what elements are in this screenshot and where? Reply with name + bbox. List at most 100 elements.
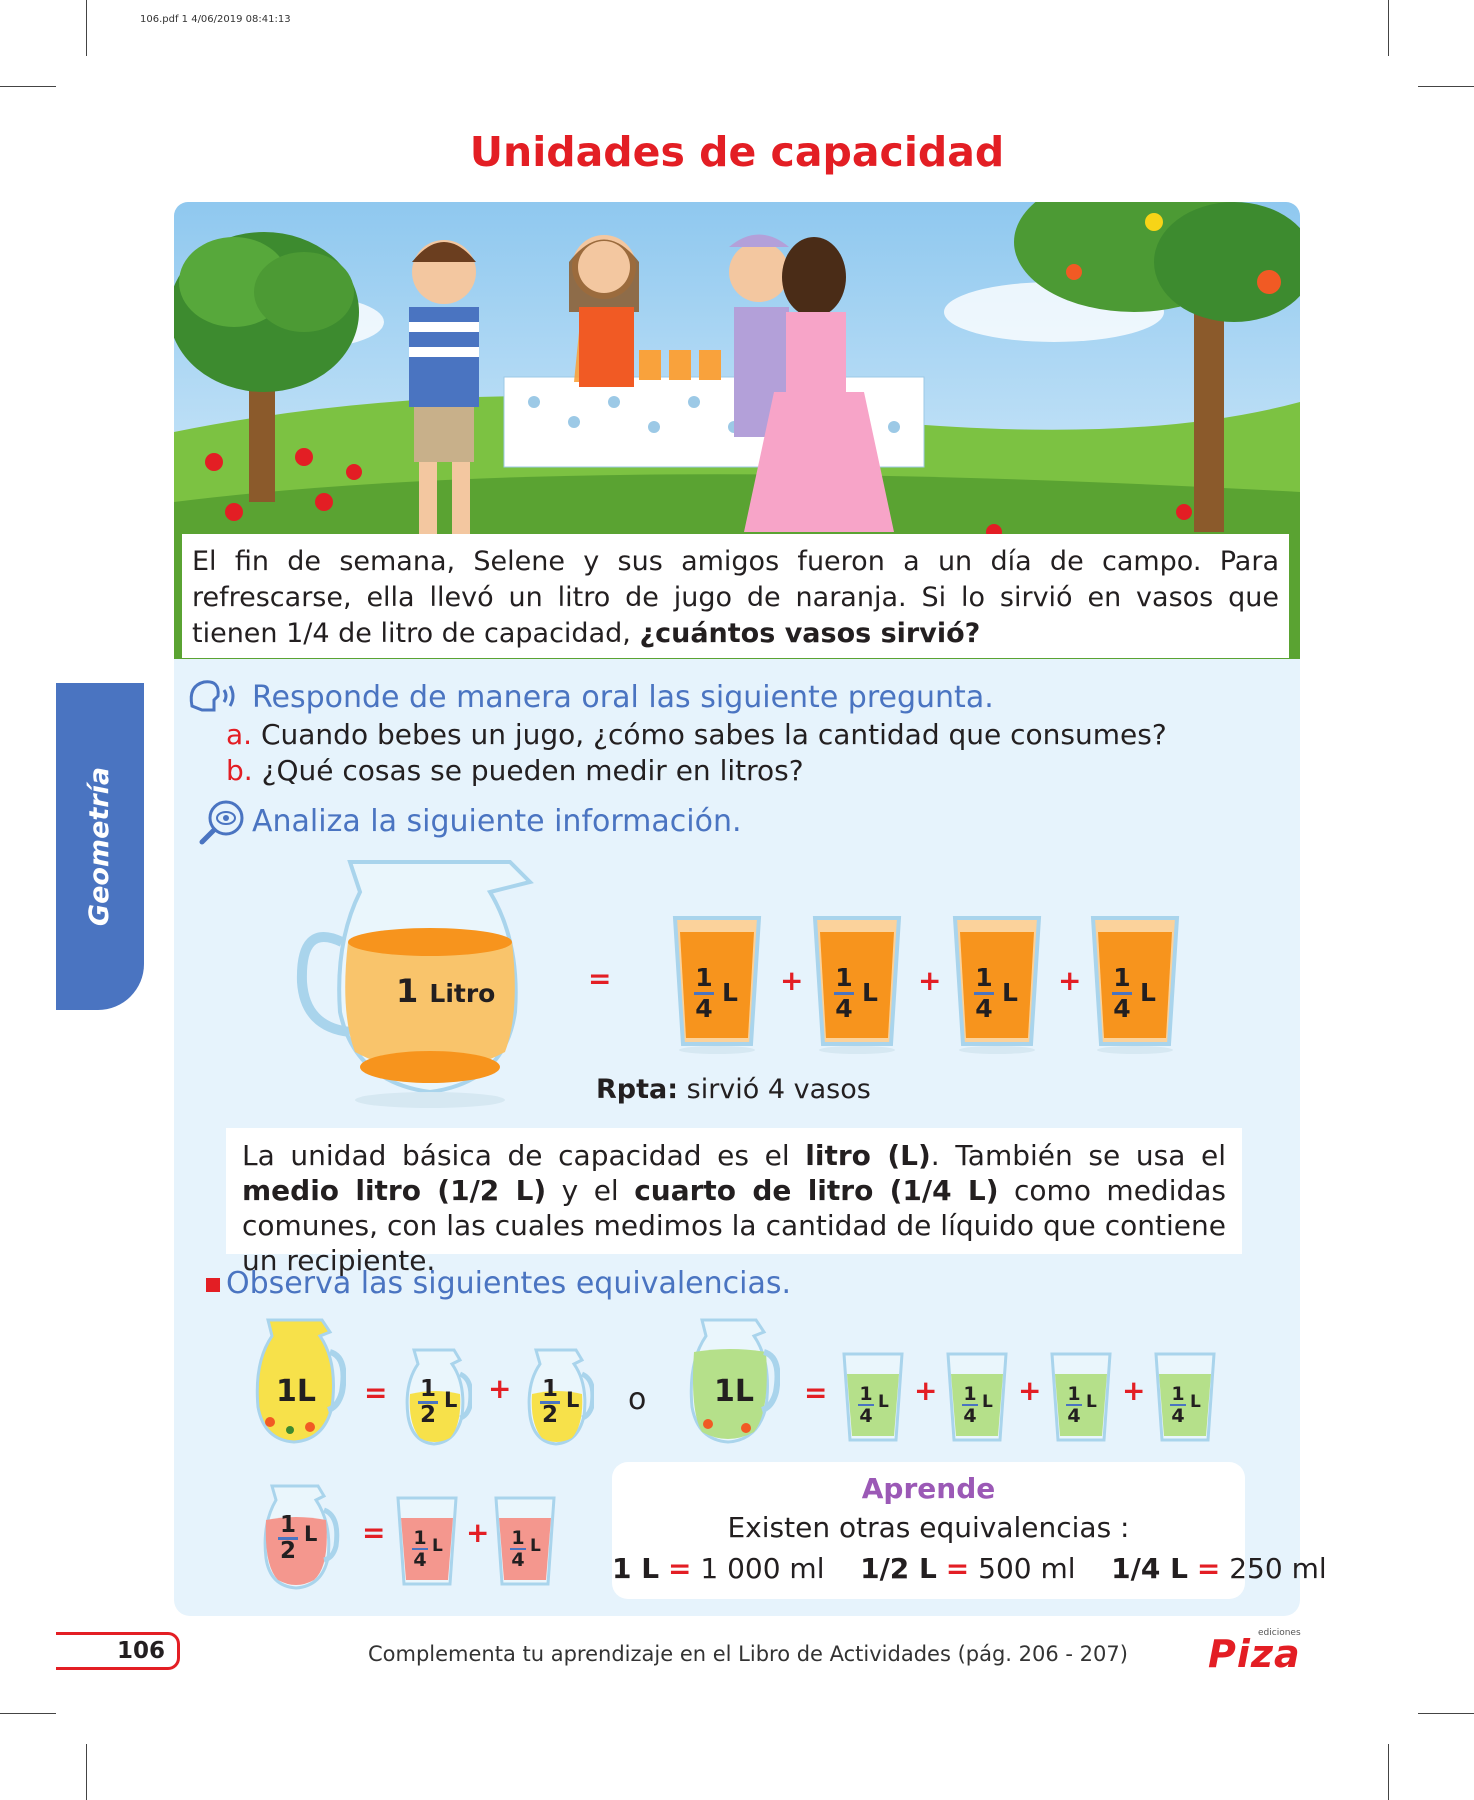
fraction-denominator: 4 [413,1549,427,1571]
fraction-numerator: 1 [835,963,853,992]
story-text: El fin de semana, Selene y sus amigos fu… [182,534,1289,658]
fraction-denominator: 4 [1171,1405,1185,1427]
learn-title: Aprende [861,1472,996,1505]
eq1-left: 1 L [612,1552,660,1585]
jug-label: 1L [276,1374,316,1409]
jug-unit: L [444,1388,458,1412]
half-label: 1 2 [418,1378,438,1427]
glass-unit: L [1140,978,1156,1007]
glass-unit: L [530,1536,541,1556]
glass-unit: L [1190,1392,1201,1412]
plus-sign: + [914,1374,938,1407]
eq2-sign: = [945,1552,970,1585]
glass-unit: L [1086,1392,1097,1412]
story-question: ¿cuántos vasos sirvió? [639,618,981,649]
answer-text: sirvió 4 vasos [678,1074,871,1105]
half-label: 1 2 [540,1378,560,1427]
quarter-glass [1090,912,1180,1058]
fraction-numerator: 1 [963,1383,977,1405]
fraction-denominator: 4 [1113,994,1131,1023]
fraction-numerator: 1 [859,1383,873,1405]
jug-label-unit: Litro [429,979,496,1008]
glass-unit: L [432,1536,443,1556]
section-tab-label: Geometría [84,766,116,927]
crop-mark [86,0,87,56]
question-b-letter: b. [226,754,253,787]
quarter-glass-label: 1 4 [1112,964,1132,1023]
crop-mark [0,1713,56,1714]
fraction-numerator: 1 [1171,1383,1185,1405]
eq1-right: 1 000 ml [700,1552,825,1585]
quarter-label: 1 4 [1066,1384,1082,1426]
answer: Rpta: sirvió 4 vasos [596,1074,871,1105]
half-label: 1 2 [278,1514,298,1563]
learn-equivalences: 1 L = 1 000 ml 1/2 L = 500 ml 1/4 L = 25… [612,1552,1327,1585]
plus-sign: + [780,964,804,997]
plus-sign: + [1122,1374,1146,1407]
quarter-label: 1 4 [858,1384,874,1426]
definition-box: La unidad básica de capacidad es el litr… [226,1128,1242,1277]
fraction-denominator: 4 [835,994,853,1023]
definition-text: La unidad básica de capacidad es el [242,1139,806,1172]
fraction-denominator: 2 [541,1402,558,1428]
quarter-label: 1 4 [1170,1384,1186,1426]
glass-unit: L [862,978,878,1007]
fraction-numerator: 1 [1067,1383,1081,1405]
fraction-denominator: 2 [419,1402,436,1428]
crop-mark [86,1744,87,1800]
quarter-label: 1 4 [510,1528,526,1570]
plus-sign: + [1058,964,1082,997]
speak-icon [184,676,244,720]
fraction-denominator: 4 [975,994,993,1023]
eq1-sign: = [667,1552,692,1585]
equals-sign: = [804,1376,828,1409]
fraction-numerator: 1 [413,1527,427,1549]
glass-unit: L [722,978,738,1007]
definition-text: . También se usa el [930,1139,1226,1172]
definition-text: y el [546,1174,635,1207]
glass-unit: L [878,1392,889,1412]
question-a-text: Cuando bebes un jugo, ¿cómo sabes la can… [260,718,1167,751]
definition-bold: medio litro (1/2 L) [242,1174,547,1207]
question-b-text: ¿Qué cosas se pueden medir en litros? [261,754,804,787]
quarter-glass-label: 1 4 [694,964,714,1023]
glass-unit: L [1002,978,1018,1007]
fraction-denominator: 4 [511,1549,525,1571]
section-tab-label-wrap: Geometría [56,683,144,1010]
quarter-glass [812,912,902,1058]
eq3-right: 250 ml [1229,1552,1327,1585]
equals-sign: = [364,1376,388,1409]
footer-note: Complementa tu aprendizaje en el Libro d… [368,1642,1128,1666]
equals-sign: = [588,962,612,995]
learn-box: Aprende Existen otras equivalencias : 1 … [612,1462,1327,1599]
eq2-right: 500 ml [978,1552,1076,1585]
oral-heading: Responde de manera oral las siguiente pr… [252,680,994,715]
crop-mark [1418,1713,1474,1714]
bullet-square [206,1278,220,1292]
answer-label: Rpta: [596,1074,679,1105]
or-word: o [628,1382,647,1417]
jug-label: 1 Litro [396,972,495,1010]
crop-mark [0,86,56,87]
fraction-denominator: 2 [279,1538,296,1564]
fraction-numerator: 1 [511,1527,525,1549]
fraction-numerator: 1 [975,963,993,992]
jug-unit: L [304,1522,318,1546]
plus-sign: + [918,964,942,997]
question-b: b. ¿Qué cosas se pueden medir en litros? [226,754,804,787]
fraction-numerator: 1 [419,1376,436,1402]
fraction-numerator: 1 [695,963,713,992]
fraction-numerator: 1 [279,1512,296,1538]
quarter-glass [952,912,1042,1058]
plus-sign: + [488,1372,512,1405]
question-a-letter: a. [226,718,253,751]
crop-mark [1388,1744,1389,1800]
quarter-label: 1 4 [412,1528,428,1570]
quarter-glass [672,912,762,1058]
equivalences-heading: Observa las siguientes equivalencias. [226,1266,792,1301]
fraction-denominator: 4 [859,1405,873,1427]
jug-label: 1L [714,1374,754,1409]
quarter-glass-label: 1 4 [974,964,994,1023]
file-info: 106.pdf 1 4/06/2019 08:41:13 [140,14,291,25]
fraction-denominator: 4 [695,994,713,1023]
